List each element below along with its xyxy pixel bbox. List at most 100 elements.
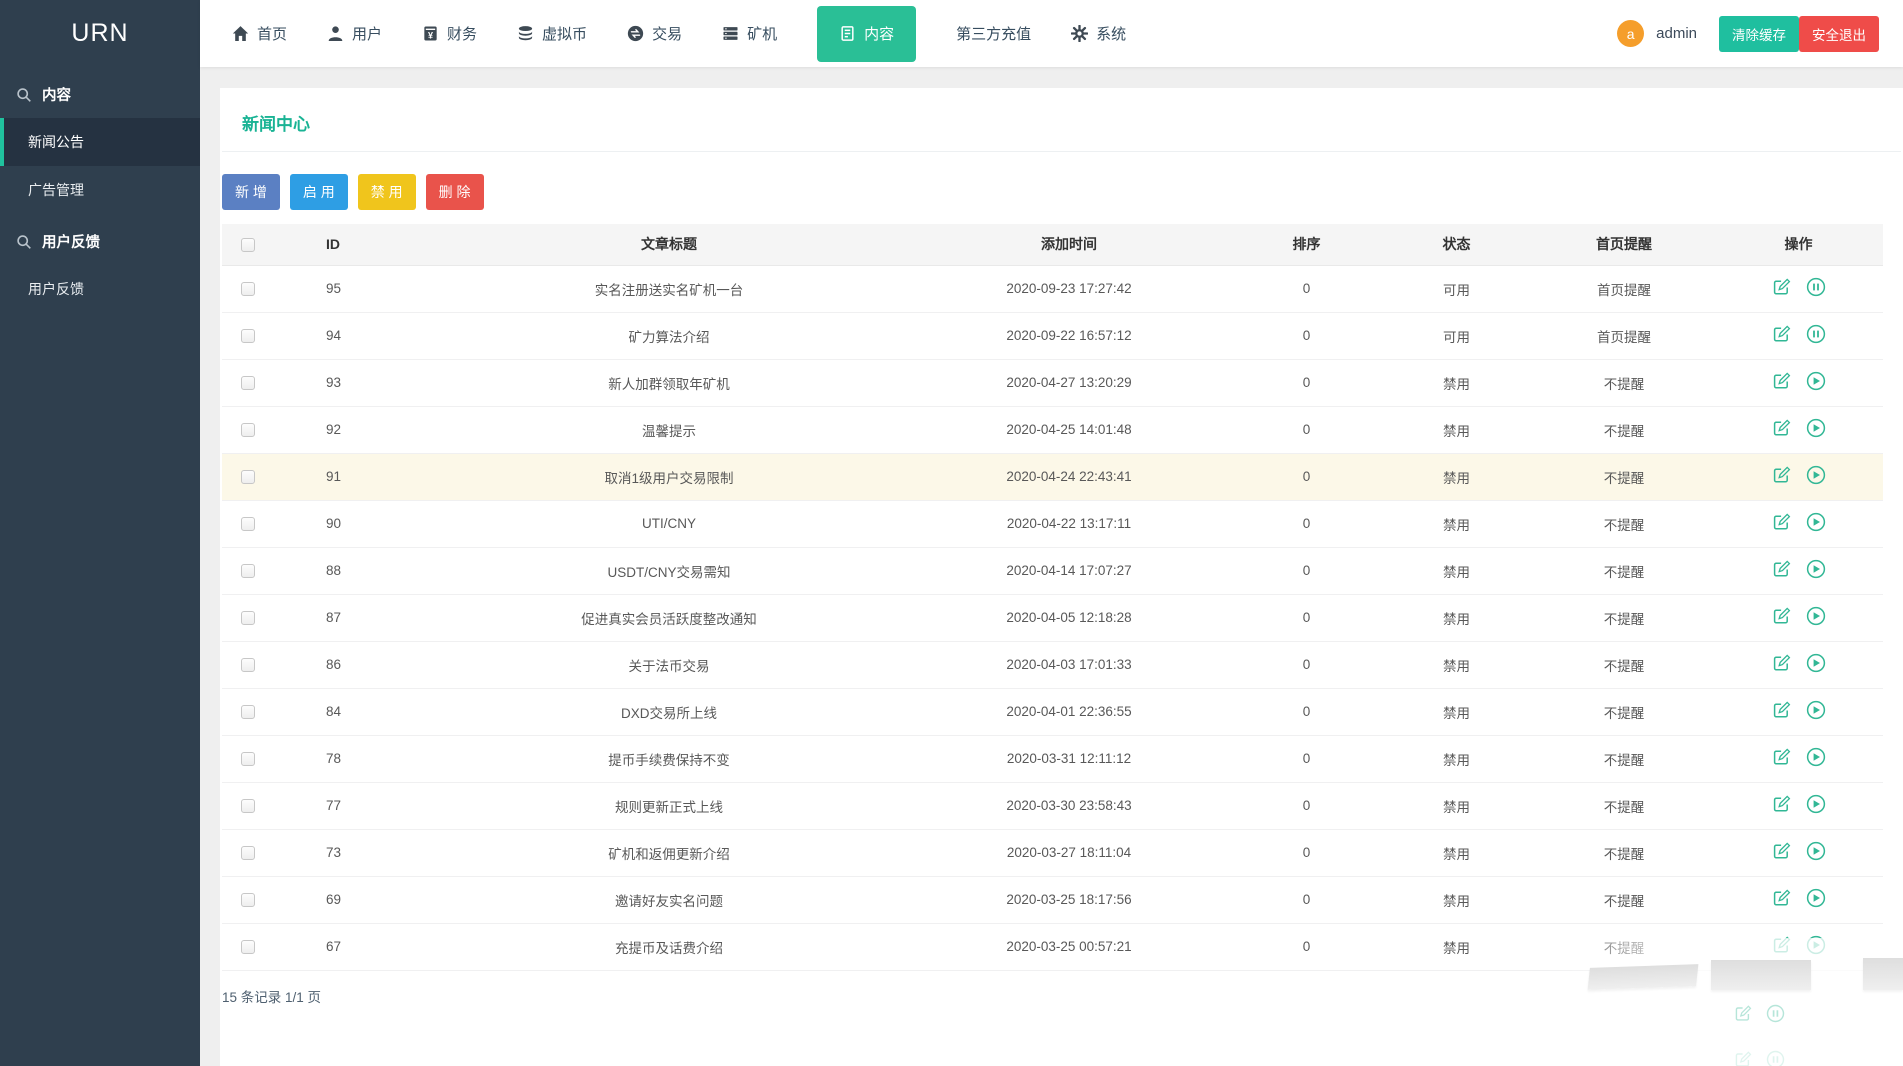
cell-remind: 首页提醒	[1534, 265, 1714, 312]
play-icon[interactable]	[1806, 888, 1826, 908]
cell-status: 禁用	[1379, 876, 1534, 923]
ghost-icons	[1733, 1050, 1785, 1066]
cell-time: 2020-03-25 00:57:21	[904, 923, 1234, 970]
edit-icon[interactable]	[1771, 700, 1791, 720]
row-checkbox[interactable]	[241, 564, 255, 578]
row-checkbox[interactable]	[241, 752, 255, 766]
cell-sort: 0	[1234, 359, 1379, 406]
table-row: 90UTI/CNY2020-04-22 13:17:110禁用不提醒	[222, 500, 1883, 547]
row-checkbox[interactable]	[241, 799, 255, 813]
edit-icon[interactable]	[1771, 841, 1791, 861]
play-icon[interactable]	[1806, 606, 1826, 626]
play-icon[interactable]	[1806, 935, 1826, 955]
row-checkbox[interactable]	[241, 376, 255, 390]
play-icon[interactable]	[1806, 418, 1826, 438]
row-checkbox[interactable]	[241, 893, 255, 907]
ghost-icons	[1733, 1004, 1785, 1028]
nav-item-users[interactable]: 用户	[327, 0, 382, 67]
play-icon[interactable]	[1806, 371, 1826, 391]
cell-sort: 0	[1234, 688, 1379, 735]
edit-icon[interactable]	[1771, 324, 1791, 344]
table-body: 95实名注册送实名矿机一台2020-09-23 17:27:420可用首页提醒9…	[222, 265, 1883, 970]
avatar[interactable]: a	[1617, 20, 1644, 47]
nav-item-virtual-coin[interactable]: 虚拟币	[517, 0, 587, 67]
cell-remind: 不提醒	[1534, 547, 1714, 594]
nav-item-label: 第三方充值	[956, 23, 1031, 44]
play-icon[interactable]	[1806, 653, 1826, 673]
sidebar-section-user-feedback[interactable]: 用户反馈	[0, 214, 200, 265]
row-checkbox[interactable]	[241, 470, 255, 484]
edit-icon[interactable]	[1771, 559, 1791, 579]
disable-button[interactable]: 禁 用	[358, 174, 416, 210]
nav-item-label: 虚拟币	[542, 23, 587, 44]
safe-logout-button[interactable]: 安全退出	[1799, 16, 1879, 52]
row-checkbox[interactable]	[241, 846, 255, 860]
table-row: 73矿机和返佣更新介绍2020-03-27 18:11:040禁用不提醒	[222, 829, 1883, 876]
cell-remind: 不提醒	[1534, 782, 1714, 829]
table-row: 88USDT/CNY交易需知2020-04-14 17:07:270禁用不提醒	[222, 547, 1883, 594]
sidebar-section-content[interactable]: 内容	[0, 67, 200, 118]
cell-remind: 不提醒	[1534, 735, 1714, 782]
edit-icon[interactable]	[1771, 418, 1791, 438]
edit-icon[interactable]	[1771, 465, 1791, 485]
edit-icon[interactable]	[1771, 277, 1791, 297]
username[interactable]: admin	[1656, 25, 1697, 42]
row-checkbox[interactable]	[241, 423, 255, 437]
cell-id: 92	[274, 406, 434, 453]
edit-icon[interactable]	[1771, 794, 1791, 814]
cell-status: 禁用	[1379, 829, 1534, 876]
nav-item-finance[interactable]: ¥财务	[422, 0, 477, 67]
nav-item-trade[interactable]: 交易	[627, 0, 682, 67]
play-icon[interactable]	[1806, 700, 1826, 720]
cell-id: 91	[274, 453, 434, 500]
sidebar-item-user-feedback[interactable]: 用户反馈	[0, 265, 200, 313]
play-icon[interactable]	[1806, 794, 1826, 814]
play-icon[interactable]	[1806, 512, 1826, 532]
edit-icon[interactable]	[1771, 512, 1791, 532]
row-checkbox[interactable]	[241, 940, 255, 954]
row-checkbox[interactable]	[241, 611, 255, 625]
svg-text:¥: ¥	[428, 30, 433, 40]
row-checkbox[interactable]	[241, 282, 255, 296]
nav-item-label: 用户	[352, 23, 382, 44]
table-row: 93新人加群领取年矿机2020-04-27 13:20:290禁用不提醒	[222, 359, 1883, 406]
play-icon[interactable]	[1806, 841, 1826, 861]
edit-icon[interactable]	[1771, 747, 1791, 767]
sidebar-item-ad-management[interactable]: 广告管理	[0, 166, 200, 214]
edit-icon[interactable]	[1771, 653, 1791, 673]
nav-item-third-party-recharge[interactable]: 第三方充值	[956, 0, 1031, 67]
add-button[interactable]: 新 增	[222, 174, 280, 210]
row-checkbox[interactable]	[241, 658, 255, 672]
nav-item-system[interactable]: 系统	[1071, 0, 1126, 67]
play-icon[interactable]	[1806, 465, 1826, 485]
cell-remind: 不提醒	[1534, 876, 1714, 923]
edit-icon[interactable]	[1771, 935, 1791, 955]
edit-icon[interactable]	[1771, 888, 1791, 908]
clear-cache-button[interactable]: 清除缓存	[1719, 16, 1799, 52]
play-icon[interactable]	[1806, 559, 1826, 579]
cell-time: 2020-03-25 18:17:56	[904, 876, 1234, 923]
row-checkbox[interactable]	[241, 329, 255, 343]
cell-remind: 不提醒	[1534, 641, 1714, 688]
delete-button[interactable]: 删 除	[426, 174, 484, 210]
select-all-checkbox[interactable]	[241, 238, 255, 252]
user-icon	[327, 25, 344, 42]
cell-time: 2020-04-05 12:18:28	[904, 594, 1234, 641]
cell-sort: 0	[1234, 782, 1379, 829]
cell-id: 93	[274, 359, 434, 406]
edit-icon[interactable]	[1771, 606, 1791, 626]
row-checkbox[interactable]	[241, 705, 255, 719]
nav-item-miner[interactable]: 矿机	[722, 0, 777, 67]
cell-remind: 不提醒	[1534, 594, 1714, 641]
nav-item-content[interactable]: 内容	[817, 6, 916, 62]
cell-id: 73	[274, 829, 434, 876]
pause-icon[interactable]	[1806, 277, 1826, 297]
sidebar-item-news-announcements[interactable]: 新闻公告	[0, 118, 200, 166]
cell-title: 促进真实会员活跃度整改通知	[434, 594, 904, 641]
play-icon[interactable]	[1806, 747, 1826, 767]
enable-button[interactable]: 启 用	[290, 174, 348, 210]
nav-item-home[interactable]: 首页	[232, 0, 287, 67]
edit-icon[interactable]	[1771, 371, 1791, 391]
pause-icon[interactable]	[1806, 324, 1826, 344]
row-checkbox[interactable]	[241, 517, 255, 531]
